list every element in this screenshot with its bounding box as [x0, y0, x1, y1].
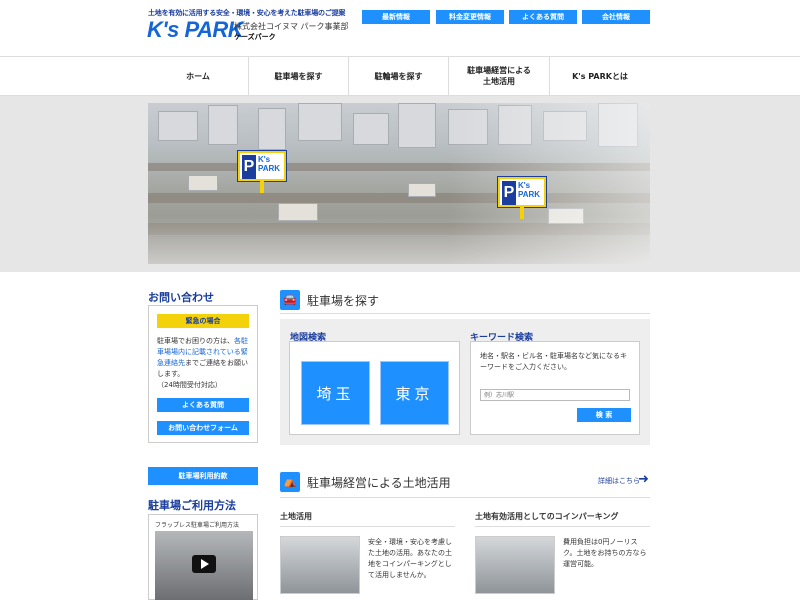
logo[interactable]: K's PARK — [147, 17, 244, 43]
page: 土地を有効に活用する安全・環境・安心を考えた駐車場のご提案 K's PARK 株… — [0, 0, 800, 600]
top-link-faq[interactable]: よくある質問 — [509, 10, 577, 24]
parking-p-icon: P — [242, 155, 256, 179]
pin-label: K's PARK — [258, 155, 281, 173]
pin-stem — [260, 181, 264, 193]
global-nav: ホーム 駐車場を探す 駐輪場を探す 駐車場経営による 土地活用 K's PARK… — [0, 56, 800, 96]
nav-about[interactable]: K's PARKとは — [549, 57, 650, 95]
land-use-text: 安全・環境・安心を考慮した土地の活用。あなたの土地をコインパーキングとして活用し… — [368, 538, 452, 579]
urgent-label: 緊急の場合 — [157, 314, 249, 328]
nav-home[interactable]: ホーム — [148, 57, 248, 95]
search-panel: 地図検索 キーワード検索 埼玉 東京 地名・駅名・ビル名・駐車場名など気になるキ… — [280, 319, 650, 445]
hero-pin-right: P K's PARK — [498, 177, 546, 219]
faq-button[interactable]: よくある質問 — [157, 398, 249, 412]
company-block: 株式会社コイヌマ パーク事業部 ケーズパーク — [234, 21, 349, 43]
prefecture-saitama[interactable]: 埼玉 — [301, 361, 370, 425]
car-icon: 🚘 — [280, 290, 300, 310]
keyword-search-box: 地名・駅名・ビル名・駐車場名など気になるキーワードをご入力ください。 検 索 — [470, 341, 640, 435]
contact-box: 緊急の場合 駐車場でお困りの方は、各駐車場場内に記載されている緊急連絡先までご連… — [148, 305, 258, 443]
sub-divider — [280, 526, 455, 527]
more-link[interactable]: 詳細はこちら — [598, 476, 640, 486]
coin-parking-text: 費用負担は0円ノーリスク。土地をお持ちの方なら運営可能。 — [563, 538, 647, 568]
search-section-title: 駐車場を探す — [307, 294, 380, 308]
top-link-news[interactable]: 最新情報 — [362, 10, 430, 24]
prefecture-tokyo[interactable]: 東京 — [380, 361, 449, 425]
land-section-title: 駐車場経営による土地活用 — [307, 476, 451, 490]
keyword-input[interactable] — [480, 389, 630, 401]
contact-title: お問い合わせ — [148, 291, 214, 304]
coin-parking-photo — [475, 536, 555, 594]
contact-text: 駐車場でお困りの方は、各駐車場場内に記載されている緊急連絡先までご連絡をお願いし… — [157, 337, 248, 389]
pin-stem — [520, 207, 524, 219]
hero-image: P K's PARK P K's PARK — [148, 103, 650, 264]
nav-land-use[interactable]: 駐車場経営による 土地活用 — [448, 57, 549, 95]
sub-divider — [475, 526, 650, 527]
arrow-right-icon[interactable]: ➜ — [638, 472, 649, 487]
parking-p-icon: P — [502, 181, 516, 205]
map-search-box: 埼玉 東京 — [289, 341, 460, 435]
coin-parking-title: 土地有効活用としてのコインパーキング — [475, 512, 619, 521]
hero-pin-left: P K's PARK — [238, 151, 286, 193]
contact-hours: （24時間受付対応） — [157, 381, 222, 389]
section-divider — [280, 313, 650, 314]
video-box: フラップレス駐車場ご利用方法 — [148, 514, 258, 600]
play-icon[interactable] — [192, 555, 216, 573]
pin-label: K's PARK — [518, 181, 541, 199]
company-name: 株式会社コイヌマ パーク事業部 — [234, 22, 349, 31]
logo-reading: ケーズパーク — [234, 33, 276, 41]
nav-find-parking[interactable]: 駐車場を探す — [248, 57, 348, 95]
nav-find-bicycle-parking[interactable]: 駐輪場を探す — [348, 57, 448, 95]
land-use-photo — [280, 536, 360, 594]
land-icon: ⛺ — [280, 472, 300, 492]
video-player[interactable] — [155, 531, 253, 600]
top-link-price-change[interactable]: 料金変更情報 — [436, 10, 504, 24]
section-divider — [280, 497, 650, 498]
top-link-company[interactable]: 会社情報 — [582, 10, 650, 24]
search-button[interactable]: 検 索 — [577, 408, 631, 422]
usage-title: 駐車場ご利用方法 — [148, 499, 236, 512]
terms-button[interactable]: 駐車場利用約款 — [148, 467, 258, 485]
contact-form-button[interactable]: お問い合わせフォーム — [157, 421, 249, 435]
video-title: フラップレス駐車場ご利用方法 — [155, 522, 240, 529]
land-use-title: 土地活用 — [280, 512, 312, 521]
keyword-description: 地名・駅名・ビル名・駐車場名など気になるキーワードをご入力ください。 — [480, 352, 627, 371]
header: 土地を有効に活用する安全・環境・安心を考えた駐車場のご提案 K's PARK 株… — [0, 0, 800, 56]
